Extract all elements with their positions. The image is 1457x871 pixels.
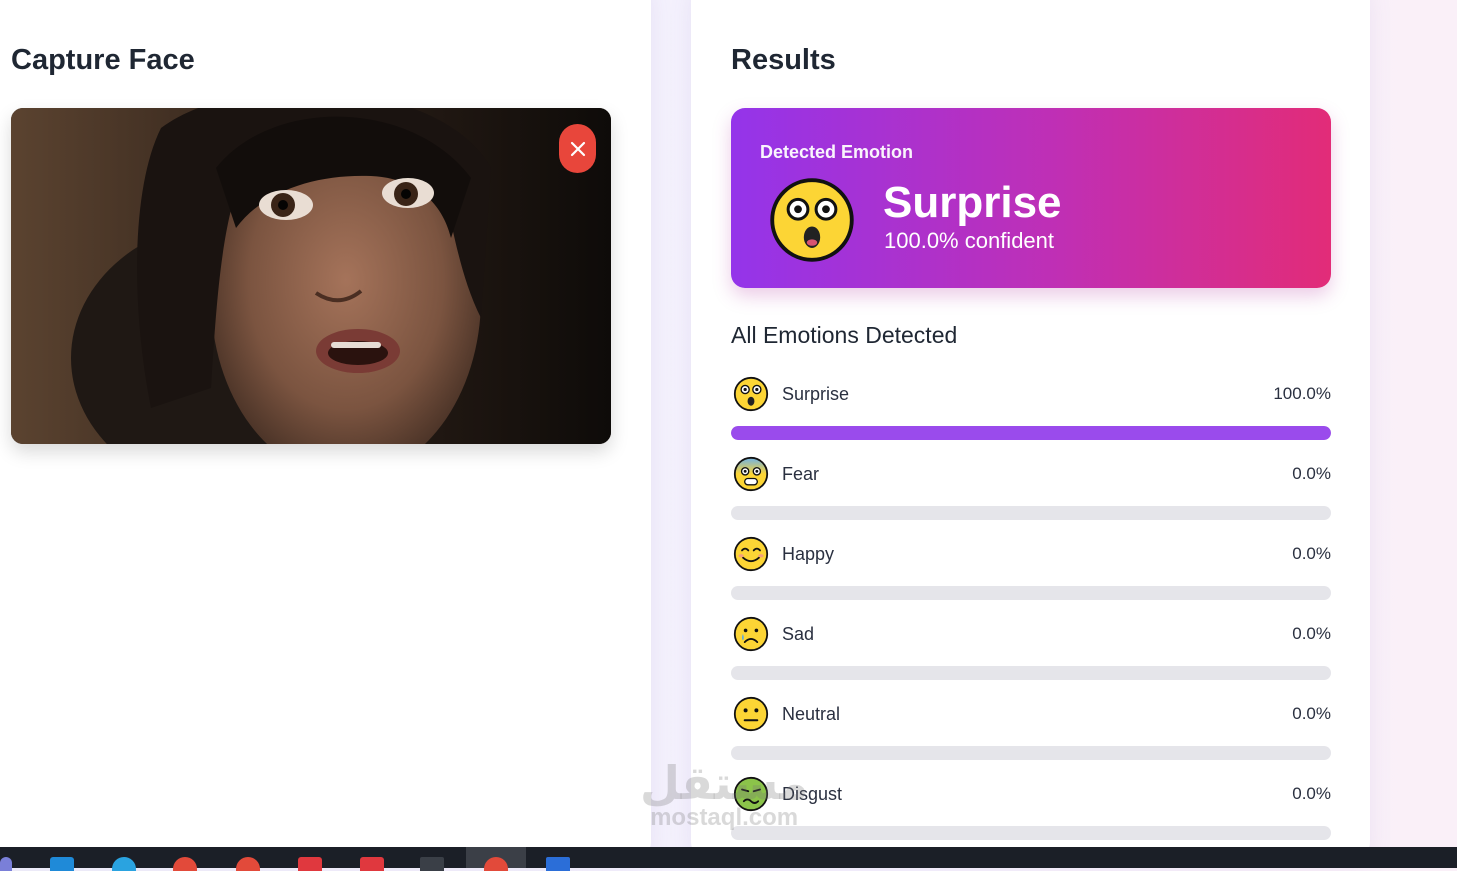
detected-emotion-card: Detected Emotion Surprise 100.0% confide…	[731, 108, 1331, 288]
emotion-bar-track	[731, 586, 1331, 600]
emotion-percent: 0.0%	[1292, 704, 1331, 723]
emotion-row-surprise: Surprise 100.0%	[731, 376, 1331, 446]
word-icon[interactable]	[546, 857, 570, 871]
emotion-label: Fear	[782, 464, 820, 484]
close-button[interactable]	[559, 124, 596, 173]
face-photo	[11, 108, 611, 444]
taskbar	[0, 847, 1457, 871]
emotion-row-fear: Fear 0.0%	[731, 456, 1331, 526]
disgust-emoji-icon	[733, 776, 769, 817]
captured-face-image	[11, 108, 611, 444]
emotion-row-happy: Happy 0.0%	[731, 536, 1331, 606]
emotion-row-disgust: Disgust 0.0%	[731, 776, 1331, 846]
emotion-bar-track	[731, 746, 1331, 760]
emotion-percent: 100.0%	[1273, 384, 1331, 403]
telegram-icon[interactable]	[112, 857, 136, 871]
vscode-icon[interactable]	[50, 857, 74, 871]
results-title: Results	[731, 44, 836, 76]
emotion-bar-fill	[731, 426, 1331, 440]
chrome-icon[interactable]	[173, 857, 197, 871]
detected-emotion-label: Detected Emotion	[760, 142, 914, 162]
emotion-label: Happy	[782, 544, 835, 564]
emotion-percent: 0.0%	[1292, 464, 1331, 483]
emotion-percent: 0.0%	[1292, 784, 1331, 803]
sad-emoji-icon	[733, 616, 769, 657]
app-icon[interactable]	[298, 857, 322, 871]
emotion-percent: 0.0%	[1292, 624, 1331, 643]
surprise-emoji-icon	[769, 177, 855, 268]
emotion-bar-track	[731, 666, 1331, 680]
emotion-percent: 0.0%	[1292, 544, 1331, 563]
surprise-emoji-icon	[733, 376, 769, 417]
detected-emotion-name: Surprise	[883, 178, 1062, 227]
teams-icon[interactable]	[0, 857, 12, 871]
app-icon[interactable]	[360, 857, 384, 871]
emotion-label: Neutral	[782, 704, 841, 724]
capture-panel: Capture Face	[0, 0, 651, 860]
detected-emotion-confidence: 100.0% confident	[884, 228, 1055, 253]
emotion-bar-track	[731, 826, 1331, 840]
terminal-icon[interactable]	[420, 857, 444, 871]
all-emotions-title: All Emotions Detected	[731, 322, 958, 348]
emotion-bar-track	[731, 506, 1331, 520]
emotion-bar-track	[731, 426, 1331, 440]
emotion-row-sad: Sad 0.0%	[731, 616, 1331, 686]
results-panel: Results Detected Emotion Surprise 100.0%…	[691, 0, 1370, 860]
emotion-label: Sad	[782, 624, 815, 644]
neutral-emoji-icon	[733, 696, 769, 737]
emotion-label: Surprise	[782, 384, 850, 404]
emotion-label: Disgust	[782, 784, 843, 804]
capture-title: Capture Face	[11, 44, 195, 76]
emotion-row-neutral: Neutral 0.0%	[731, 696, 1331, 766]
chrome-icon[interactable]	[236, 857, 260, 871]
close-icon	[570, 141, 585, 156]
fear-emoji-icon	[733, 456, 769, 497]
happy-emoji-icon	[733, 536, 769, 577]
